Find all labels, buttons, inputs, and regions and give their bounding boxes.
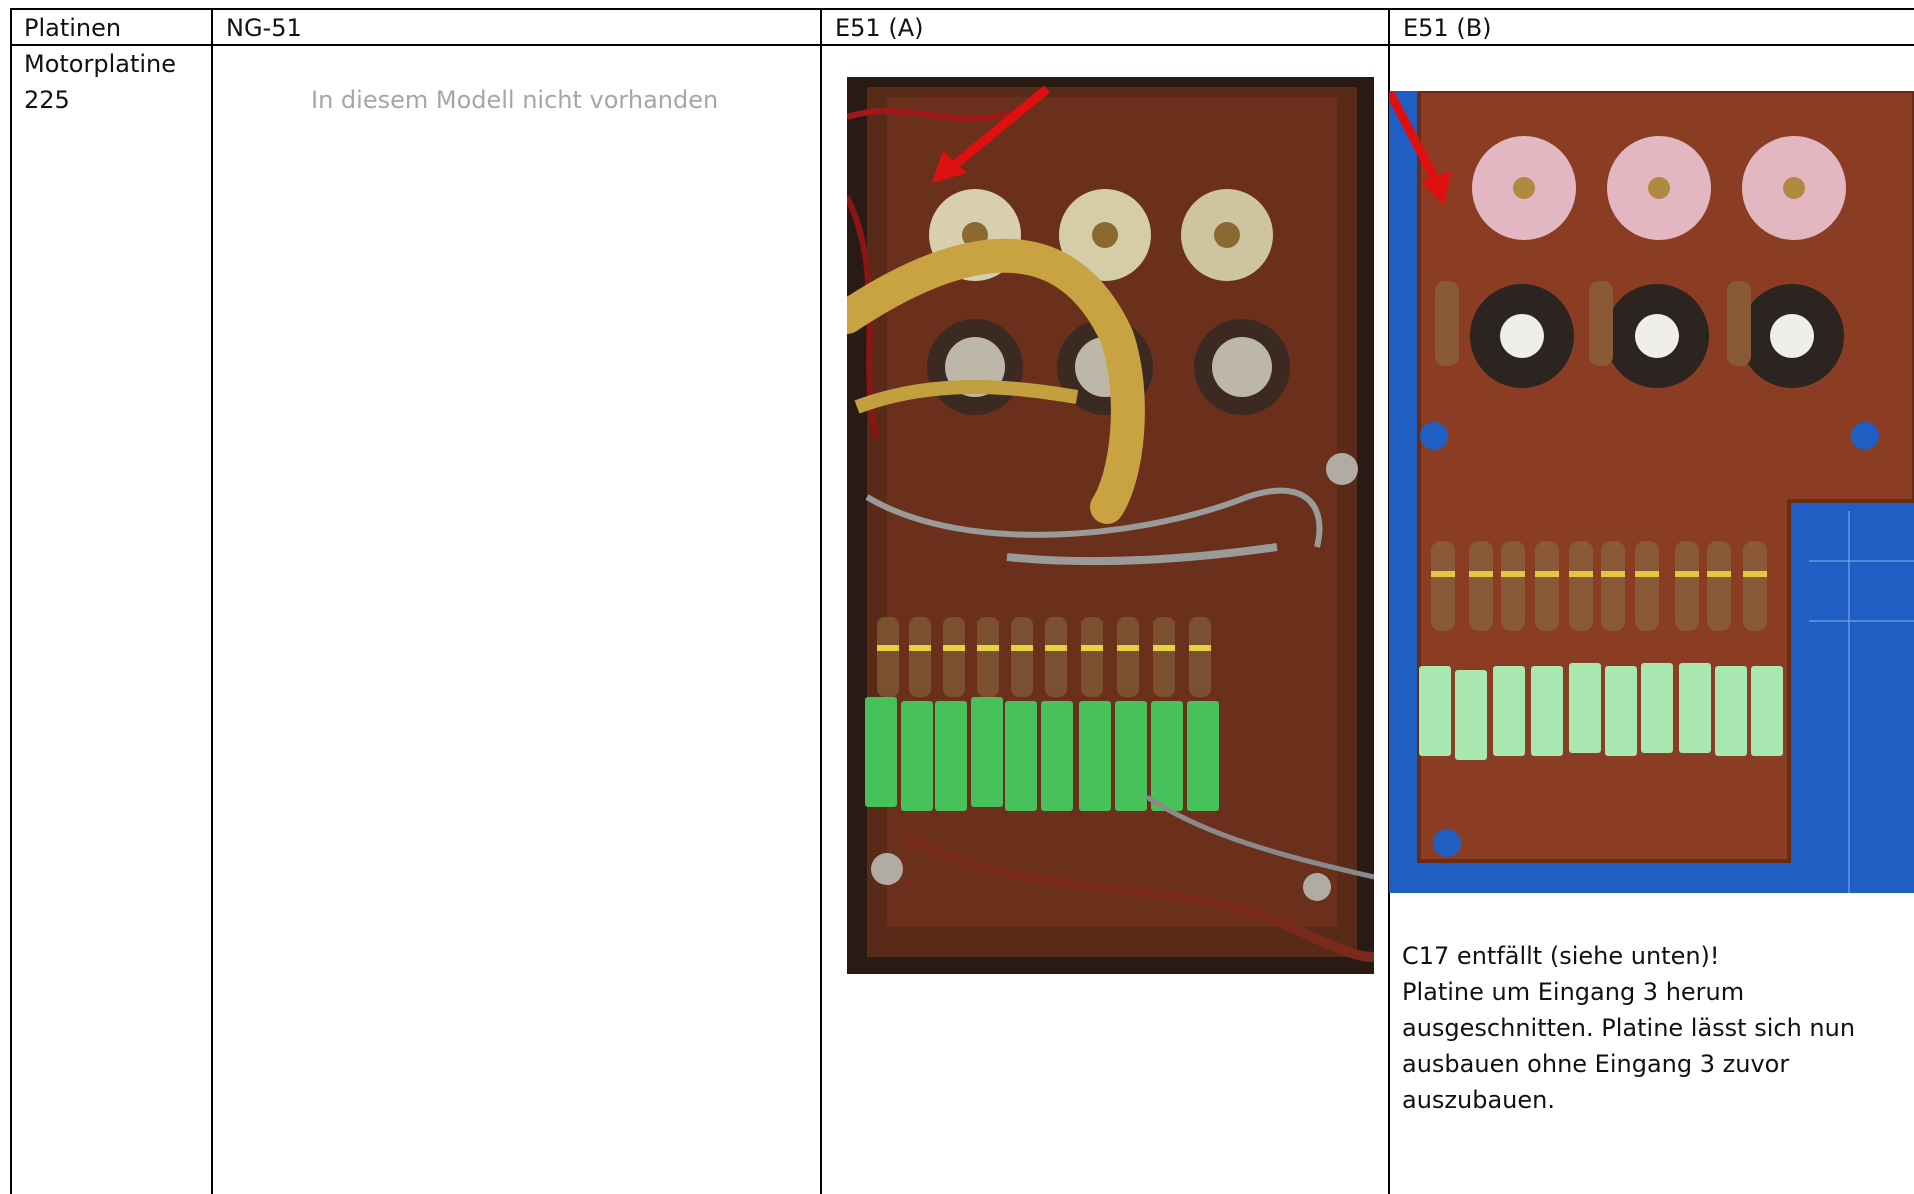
- e51b-notes: C17 entfällt (siehe unten)! Platine um E…: [1402, 938, 1882, 1118]
- header-e51b: E51 (B): [1403, 14, 1492, 42]
- column-divider-1: [211, 8, 213, 1194]
- note-line: C17 entfällt (siehe unten)!: [1402, 942, 1720, 970]
- row-label-number: 225: [24, 86, 70, 114]
- circuit-board-photo-e51b: [1389, 91, 1914, 893]
- note-line: Platine um Eingang 3 herum: [1402, 978, 1745, 1006]
- column-divider-2: [820, 8, 822, 1194]
- note-line: auszubauen.: [1402, 1086, 1555, 1114]
- header-e51a: E51 (A): [835, 14, 924, 42]
- row-label-name: Motorplatine: [24, 50, 177, 78]
- circuit-board-photo-e51a: [847, 77, 1374, 974]
- note-line: ausbauen ohne Eingang 3 zuvor: [1402, 1050, 1790, 1078]
- column-divider-0: [10, 8, 12, 1194]
- not-available-text: In diesem Modell nicht vorhanden: [311, 86, 719, 114]
- header-platinen: Platinen: [24, 14, 122, 42]
- header-ng51: NG-51: [226, 14, 302, 42]
- note-line: ausgeschnitten. Platine lässt sich nun: [1402, 1014, 1856, 1042]
- comparison-table: Platinen NG-51 E51 (A) E51 (B) Motorplat…: [0, 0, 1914, 1194]
